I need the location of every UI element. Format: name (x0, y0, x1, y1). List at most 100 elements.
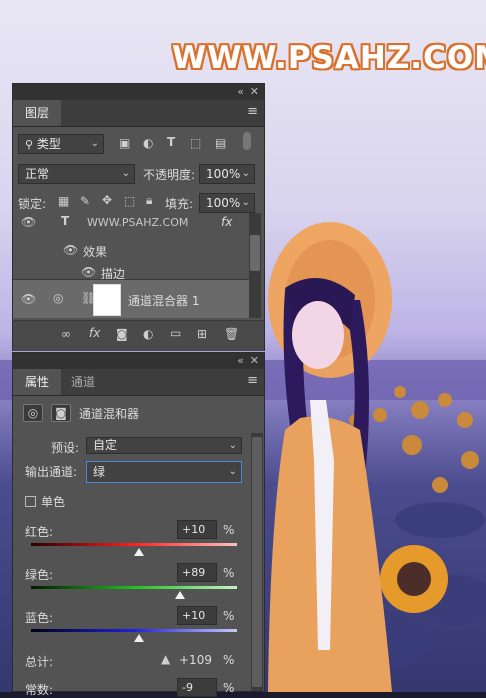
output-channel-label: 输出通道: (25, 465, 78, 479)
new-layer-icon[interactable]: ⊞ (197, 327, 207, 341)
chevron-down-icon: ⌄ (241, 197, 250, 208)
search-icon: ⚲ (25, 138, 34, 151)
lock-artboard-icon[interactable]: ⬚ (124, 194, 135, 208)
fx-badge[interactable]: fx (221, 215, 232, 229)
visibility-eye-icon[interactable]: 👁︎ (21, 292, 36, 306)
filter-label: 类型 (36, 137, 61, 151)
preset-label: 预设: (51, 441, 80, 455)
panel-grip[interactable]: « ✕ (13, 353, 264, 369)
visibility-eye-icon[interactable]: 👁︎ (81, 265, 96, 279)
chevron-down-icon: ⌄ (90, 138, 99, 149)
image-filter-icon[interactable]: ▣ (119, 136, 130, 150)
layer-filter-dropdown[interactable]: ⚲ 类型 ⌄ (18, 134, 104, 154)
shape-filter-icon[interactable]: ⬚ (190, 136, 201, 150)
blue-slider-track[interactable] (31, 629, 237, 632)
group-icon[interactable]: ▭ (170, 326, 181, 340)
properties-panel: « ✕ 属性 通道 ≡ ◎ ◙ 通道混和器 预设: 自定 ⌄ 输出通道: 绿 ⌄… (12, 352, 265, 697)
layer-row-text[interactable]: 👁︎ T WWW.PSAHZ.COM fx (13, 213, 260, 243)
panel-menu-icon[interactable]: ≡ (247, 104, 258, 119)
layer-name[interactable]: 通道混合器 1 (128, 292, 199, 309)
chevron-down-icon: ⌄ (228, 440, 237, 451)
blend-mode-dropdown[interactable]: 正常 ⌄ (18, 164, 135, 184)
red-input[interactable]: +10 (177, 520, 217, 539)
layer-mask-thumbnail[interactable] (93, 284, 121, 316)
collapse-icon[interactable]: « (237, 354, 244, 367)
total-value: +109 (179, 653, 212, 667)
blue-slider-thumb[interactable] (134, 634, 145, 642)
lock-transparent-icon[interactable]: ▦ (58, 194, 69, 208)
panel-grip[interactable]: « ✕ (13, 84, 264, 100)
output-channel-value: 绿 (93, 465, 106, 479)
green-label: 绿色: (25, 568, 54, 582)
adjustment-icon[interactable]: ◐ (143, 327, 153, 341)
tab-channels[interactable]: 通道 (59, 369, 107, 395)
trash-icon[interactable]: 🗑︎ (224, 327, 239, 341)
lock-label: 锁定: (18, 197, 47, 211)
layers-scrollbar[interactable] (249, 213, 261, 318)
output-channel-dropdown[interactable]: 绿 ⌄ (86, 461, 242, 483)
warning-icon: ▲ (161, 652, 171, 666)
text-filter-icon[interactable]: T (167, 135, 175, 149)
adjustment-filter-icon[interactable]: ◐ (143, 136, 153, 150)
lock-brush-icon[interactable]: ✎ (80, 194, 90, 208)
total-label: 总计: (25, 655, 54, 669)
total-unit: % (223, 653, 235, 667)
effects-label: 效果 (83, 245, 108, 259)
watermark-text: WWW.PSAHZ.COM (172, 40, 486, 76)
constant-input[interactable]: -9 (177, 678, 217, 697)
chevron-down-icon: ⌄ (121, 168, 130, 179)
smart-object-filter-icon[interactable]: ▤ (215, 136, 226, 150)
red-label: 红色: (25, 525, 54, 539)
red-slider-thumb[interactable] (134, 548, 145, 556)
layer-row-channel-mixer[interactable]: 👁︎ ◎ ⛓︎ 通道混合器 1 (13, 280, 260, 318)
tab-properties[interactable]: 属性 (13, 369, 62, 395)
tab-layers[interactable]: 图层 (13, 100, 62, 126)
preset-dropdown[interactable]: 自定 ⌄ (86, 437, 242, 454)
chevron-down-icon: ⌄ (228, 466, 237, 477)
constant-unit: % (223, 681, 235, 695)
preset-value: 自定 (93, 438, 118, 452)
green-slider-track[interactable] (31, 586, 237, 589)
green-slider-thumb[interactable] (174, 591, 185, 599)
properties-title: 通道混和器 (79, 407, 140, 421)
properties-scrollbar[interactable] (251, 433, 263, 691)
constant-label: 常数: (25, 683, 54, 697)
channel-mixer-icon: ◎ (23, 404, 43, 422)
panel-menu-icon[interactable]: ≡ (247, 373, 258, 388)
monochrome-checkbox[interactable] (25, 496, 36, 507)
mask-icon[interactable]: ◙ (116, 327, 128, 341)
red-slider-track[interactable] (31, 543, 237, 546)
blue-unit: % (223, 609, 235, 623)
fx-icon[interactable]: fx (89, 326, 100, 340)
chevron-down-icon: ⌄ (241, 168, 250, 179)
link-layers-icon[interactable]: ∞ (61, 327, 71, 341)
layers-bottom-bar: ∞ fx ◙ ◐ ▭ ⊞ 🗑︎ (13, 320, 264, 351)
blend-mode-value: 正常 (25, 167, 50, 181)
visibility-eye-icon[interactable]: 👁︎ (63, 243, 78, 257)
fill-label: 填充: (165, 197, 194, 211)
lock-move-icon[interactable]: ✥ (102, 193, 112, 207)
green-unit: % (223, 566, 235, 580)
fill-value: 100% (206, 196, 241, 210)
monochrome-label: 单色 (41, 495, 66, 509)
opacity-value: 100% (206, 167, 241, 181)
collapse-icon[interactable]: « (237, 85, 244, 98)
close-icon[interactable]: ✕ (250, 354, 259, 367)
close-icon[interactable]: ✕ (250, 85, 259, 98)
layers-panel: « ✕ 图层 ≡ ⚲ 类型 ⌄ ▣ ◐ T ⬚ ▤ 正常 ⌄ 不透明度: 100… (12, 83, 265, 351)
adjustment-layer-icon: ◎ (53, 291, 64, 305)
red-unit: % (223, 523, 235, 537)
visibility-eye-icon[interactable]: 👁︎ (21, 215, 36, 229)
opacity-label: 不透明度: (143, 168, 196, 182)
blue-input[interactable]: +10 (177, 606, 217, 625)
layer-row-effects[interactable]: 👁︎ 效果 (13, 240, 260, 262)
lock-all-icon[interactable]: 🔒︎ (146, 193, 152, 208)
layer-name[interactable]: WWW.PSAHZ.COM (87, 216, 188, 229)
layers-tabbar: 图层 ≡ (13, 100, 264, 127)
fill-input[interactable]: 100% ⌄ (199, 193, 255, 213)
green-input[interactable]: +89 (177, 563, 217, 582)
mask-mode-icon[interactable]: ◙ (51, 404, 71, 422)
filter-toggle[interactable] (243, 132, 251, 150)
blue-label: 蓝色: (25, 611, 54, 625)
opacity-input[interactable]: 100% ⌄ (199, 164, 255, 184)
